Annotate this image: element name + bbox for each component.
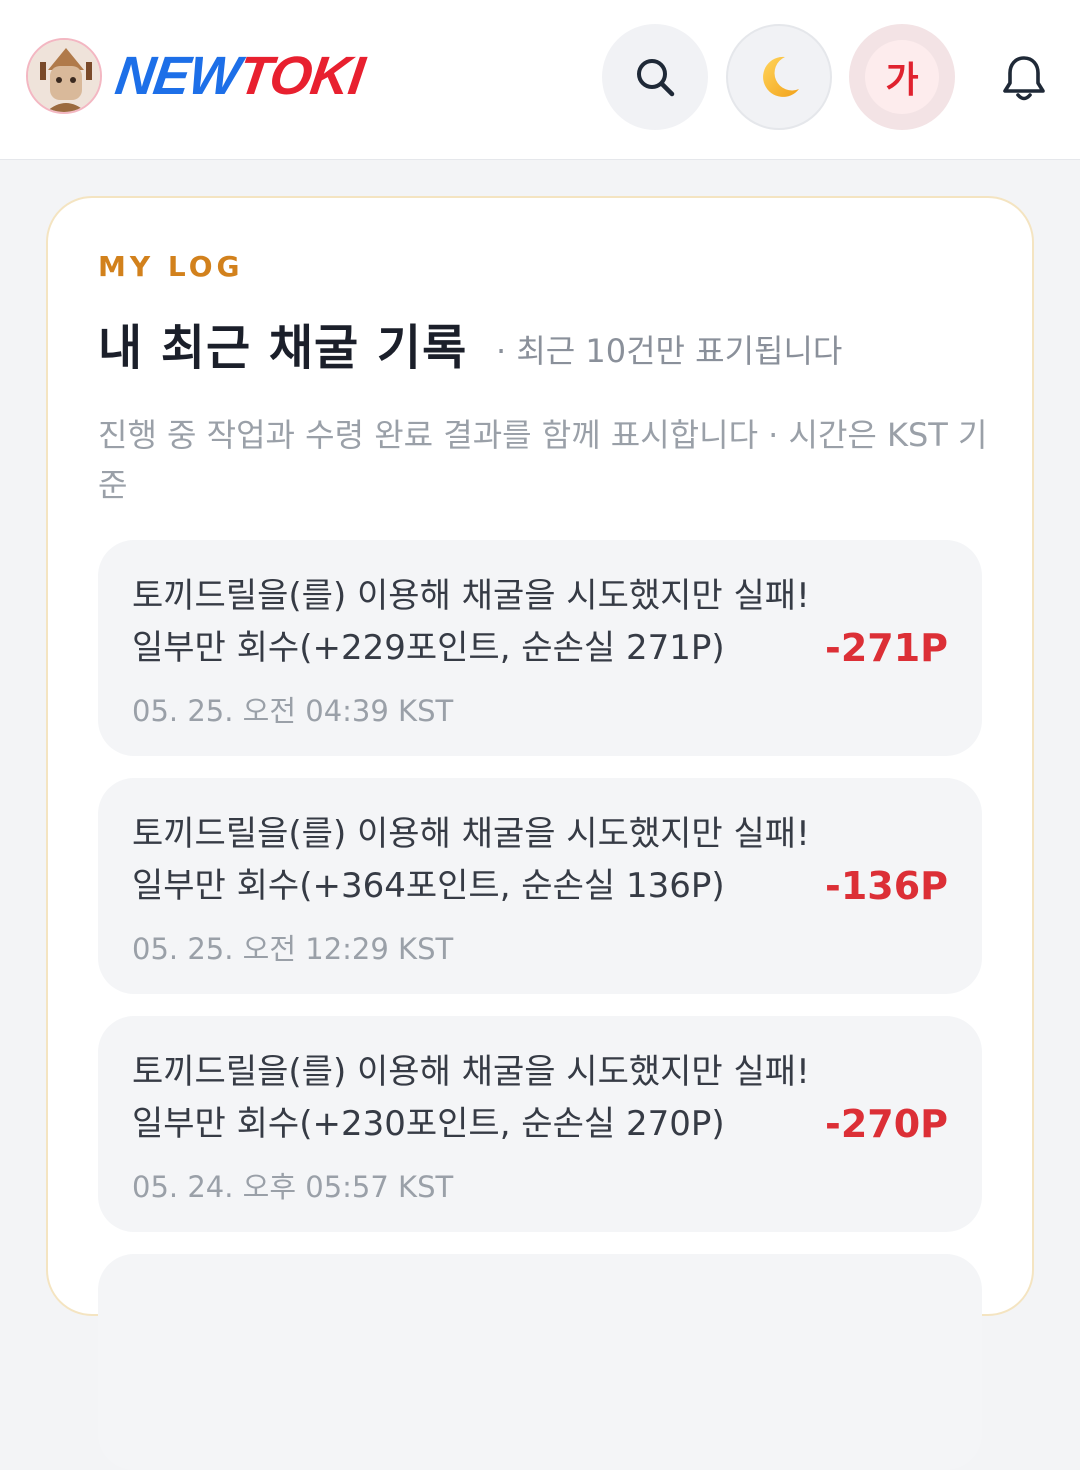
log-text: 토끼드릴을(를) 이용해 채굴을 시도했지만 실패! 일부만 회수(+364포인… bbox=[132, 814, 810, 906]
font-size-label: 가 bbox=[865, 40, 939, 114]
log-amount: -270P bbox=[825, 1102, 948, 1146]
avatar[interactable] bbox=[26, 38, 102, 114]
notification-button[interactable] bbox=[996, 50, 1052, 106]
search-icon bbox=[637, 59, 675, 97]
log-time: 05. 24. 오후 05:57 KST bbox=[132, 1170, 454, 1204]
title-note: · 최근 10건만 표기됩니다 bbox=[496, 332, 843, 370]
logo-new: NEW bbox=[111, 46, 244, 106]
log-amount: -271P bbox=[825, 626, 948, 670]
search-button[interactable] bbox=[602, 24, 708, 130]
log-time: 05. 25. 오전 04:39 KST bbox=[132, 694, 454, 728]
site-logo[interactable]: NEWTOKI bbox=[112, 44, 368, 108]
log-text: 토끼드릴을(를) 이용해 채굴을 시도했지만 실패! 일부만 회수(+230포인… bbox=[132, 1052, 810, 1144]
font-size-button[interactable]: 가 bbox=[849, 24, 955, 130]
log-time: 05. 25. 오전 12:29 KST bbox=[132, 932, 454, 966]
page-title: 내 최근 채굴 기록 bbox=[98, 320, 468, 376]
list-item[interactable]: 토끼드릴을(를) 이용해 채굴을 시도했지만 실패! 일부만 회수(+230포인… bbox=[98, 1016, 982, 1232]
logo-toki: TOKI bbox=[234, 46, 368, 106]
log-text: 토끼드릴을(를) 이용해 채굴을 시도했지만 실패! 일부만 회수(+229포인… bbox=[132, 576, 810, 668]
top-header: NEWTOKI 가 bbox=[0, 0, 1080, 160]
bell-icon bbox=[1003, 56, 1045, 101]
section-eyebrow: MY LOG bbox=[98, 250, 244, 283]
avatar-image bbox=[28, 40, 100, 112]
list-item[interactable] bbox=[98, 1254, 982, 1470]
moon-icon bbox=[763, 56, 799, 97]
list-item[interactable]: 토끼드릴을(를) 이용해 채굴을 시도했지만 실패! 일부만 회수(+364포인… bbox=[98, 778, 982, 994]
section-description: 진행 중 작업과 수령 완료 결과를 함께 표시합니다 · 시간은 KST 기준 bbox=[98, 416, 988, 504]
list-item[interactable]: 토끼드릴을(를) 이용해 채굴을 시도했지만 실패! 일부만 회수(+229포인… bbox=[98, 540, 982, 756]
theme-toggle-button[interactable] bbox=[726, 24, 832, 130]
log-amount: -136P bbox=[825, 864, 948, 908]
